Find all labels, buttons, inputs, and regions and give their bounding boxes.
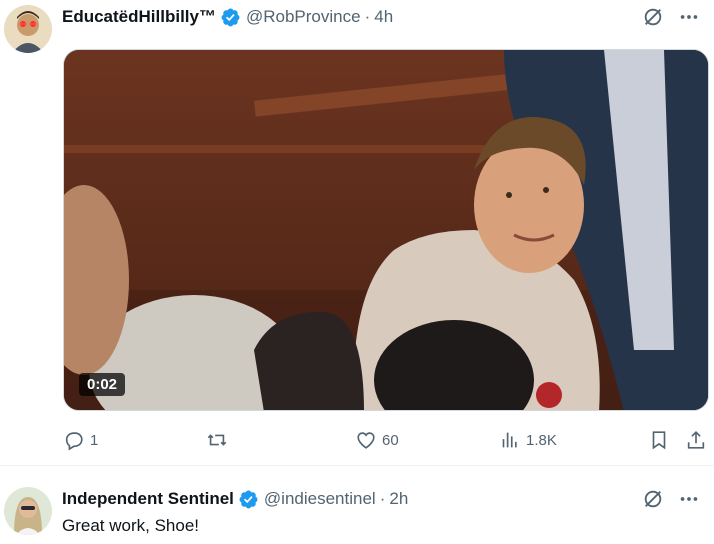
views-button[interactable]: 1.8K <box>499 427 557 453</box>
author-handle[interactable]: @RobProvince <box>246 7 361 27</box>
bookmark-button[interactable] <box>648 427 670 453</box>
verified-badge-icon <box>238 489 259 510</box>
author-avatar[interactable] <box>4 487 52 535</box>
author-avatar[interactable] <box>4 5 52 53</box>
avatar-image <box>4 5 52 53</box>
more-options-icon[interactable] <box>678 6 700 28</box>
heart-icon <box>357 432 375 449</box>
grok-icon[interactable] <box>642 6 664 28</box>
repost-button[interactable] <box>206 427 233 453</box>
tweet-top-actions <box>642 6 700 28</box>
post-time[interactable]: 4h <box>374 7 393 27</box>
tweet-actions-bar: 1 60 1.8K <box>63 427 709 453</box>
video-player[interactable]: 0:02 <box>63 49 709 411</box>
reply-button[interactable]: 1 <box>63 427 98 453</box>
like-count: 60 <box>382 431 399 449</box>
like-button[interactable]: 60 <box>355 427 399 453</box>
author-name[interactable]: EducatëdHillbilly™ <box>62 7 216 27</box>
tweet-header: Independent Sentinel @indiesentinel · 2h <box>62 487 408 511</box>
bookmark-icon <box>652 431 666 450</box>
tweet-header: EducatëdHillbilly™ @RobProvince · 4h <box>62 5 393 29</box>
avatar-image <box>4 487 52 535</box>
video-duration: 0:02 <box>79 373 126 396</box>
tweet[interactable]: Independent Sentinel @indiesentinel · 2h… <box>0 467 714 544</box>
share-icon <box>687 431 705 449</box>
video-frame <box>64 50 708 410</box>
separator-dot: · <box>364 7 371 26</box>
more-options-icon[interactable] <box>678 488 700 510</box>
share-button[interactable] <box>685 427 707 453</box>
view-count: 1.8K <box>526 431 557 449</box>
reply-count: 1 <box>90 431 99 449</box>
separator-dot: · <box>379 489 386 508</box>
views-chart-icon <box>502 432 517 448</box>
post-time[interactable]: 2h <box>389 489 408 509</box>
grok-icon[interactable] <box>642 488 664 510</box>
verified-badge-icon <box>220 7 241 28</box>
tweet-text: Great work, Shoe! <box>62 516 200 535</box>
repost-icon <box>207 434 227 446</box>
author-handle[interactable]: @indiesentinel <box>264 489 376 509</box>
author-name[interactable]: Independent Sentinel <box>62 489 234 509</box>
tweet[interactable]: EducatëdHillbilly™ @RobProvince · 4h 0:0… <box>0 0 714 466</box>
tweet-top-actions <box>642 488 700 510</box>
reply-icon <box>65 432 83 451</box>
